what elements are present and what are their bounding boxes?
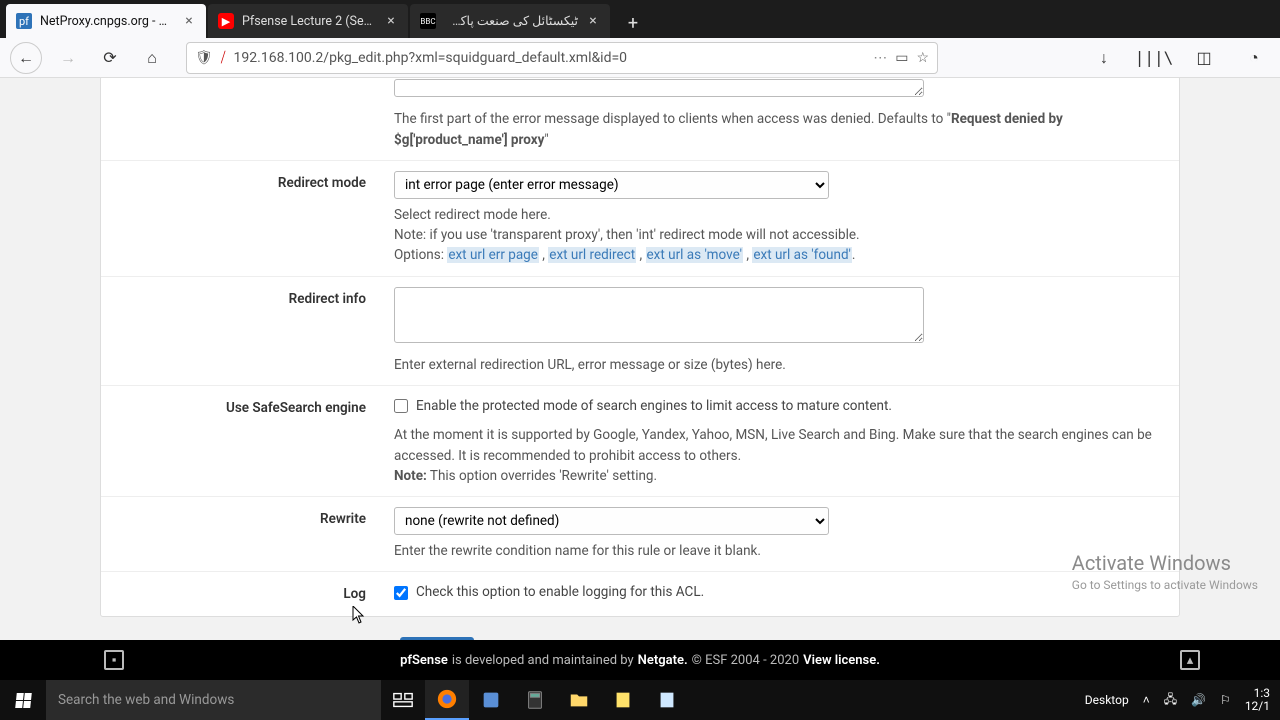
home-button[interactable]: ⌂ xyxy=(136,42,168,74)
reader-icon[interactable]: ▭ xyxy=(895,50,908,66)
browser-tab-bar: pf NetProxy.cnpgs.org - Package × ▶ Pfse… xyxy=(0,0,1280,38)
forward-button[interactable]: → xyxy=(52,42,84,74)
back-button[interactable]: ← xyxy=(10,42,42,74)
browser-tab[interactable]: ▶ Pfsense Lecture 2 (Setting up p × xyxy=(208,4,408,38)
insecure-icon: ⧸ xyxy=(221,50,226,66)
volume-icon[interactable]: 🔊 xyxy=(1191,693,1206,707)
close-icon[interactable]: × xyxy=(384,14,398,28)
reload-button[interactable]: ⟳ xyxy=(94,42,126,74)
hint-text: At the moment it is supported by Google,… xyxy=(394,425,1155,466)
tab-title: NetProxy.cnpgs.org - Package xyxy=(40,14,174,29)
option-link[interactable]: ext url as 'move' xyxy=(646,247,743,263)
field-label: Rewrite xyxy=(101,507,394,561)
start-button[interactable] xyxy=(0,680,46,720)
explorer-taskbar-icon[interactable] xyxy=(557,680,601,720)
hint-text: Select redirect mode here. xyxy=(394,205,1155,225)
footer-icon[interactable]: ▪ xyxy=(104,650,124,670)
new-tab-button[interactable]: + xyxy=(618,8,648,38)
page-content: The first part of the error message disp… xyxy=(0,78,1280,680)
field-label: Log xyxy=(101,582,394,605)
hint-text: Note: This option overrides 'Rewrite' se… xyxy=(394,466,1155,486)
field-label: Redirect mode xyxy=(101,171,394,266)
windows-taskbar: Search the web and Windows Desktop ˄ 🖧 🔊… xyxy=(0,680,1280,720)
flag-icon[interactable]: ⚐ xyxy=(1220,693,1231,707)
hint-text: Options: ext url err page , ext url redi… xyxy=(394,245,1155,265)
calculator-taskbar-icon[interactable] xyxy=(513,680,557,720)
form-panel: The first part of the error message disp… xyxy=(100,78,1180,617)
tab-title: Pfsense Lecture 2 (Setting up p xyxy=(242,14,376,29)
field-label: Redirect info xyxy=(101,287,394,376)
taskbar-clock[interactable]: 1:3 12/1 xyxy=(1245,687,1270,713)
close-icon[interactable]: × xyxy=(586,14,600,28)
browser-tab[interactable]: BBC ٹیکسٹائل کی صنعت پاکستان میں × xyxy=(410,4,610,38)
safesearch-checkbox-label[interactable]: Enable the protected mode of search engi… xyxy=(394,396,892,416)
bbc-favicon: BBC xyxy=(420,13,436,29)
youtube-favicon: ▶ xyxy=(218,13,234,29)
hint-text: Enter the rewrite condition name for thi… xyxy=(394,541,1155,561)
page-action-icon[interactable]: ⋯ xyxy=(873,50,887,66)
footer-icon[interactable]: ▴ xyxy=(1180,650,1200,670)
log-checkbox[interactable] xyxy=(394,586,408,600)
option-link[interactable]: ext url as 'found' xyxy=(752,247,852,263)
rewrite-select[interactable]: none (rewrite not defined) xyxy=(394,507,829,535)
app-taskbar-icon[interactable] xyxy=(469,680,513,720)
network-icon[interactable]: 🖧 xyxy=(1164,690,1177,711)
windows-watermark: Activate Windows Go to Settings to activ… xyxy=(1072,549,1258,594)
bookmark-icon[interactable]: ☆ xyxy=(916,50,929,66)
log-checkbox-label[interactable]: Check this option to enable logging for … xyxy=(394,582,704,602)
error-message-input[interactable] xyxy=(394,79,924,97)
redirect-info-input[interactable] xyxy=(394,287,924,343)
hint-text: Note: if you use 'transparent proxy', th… xyxy=(394,225,1155,245)
field-label: Use SafeSearch engine xyxy=(101,396,394,486)
url-text: 192.168.100.2/pkg_edit.php?xml=squidguar… xyxy=(234,50,866,66)
page-footer: ▪ pfSense is developed and maintained by… xyxy=(0,640,1280,680)
notes-taskbar-icon[interactable] xyxy=(601,680,645,720)
hint-text: Enter external redirection URL, error me… xyxy=(394,355,1155,375)
option-link[interactable]: ext url err page xyxy=(447,247,539,263)
task-view-icon[interactable] xyxy=(381,680,425,720)
browser-tab-active[interactable]: pf NetProxy.cnpgs.org - Package × xyxy=(6,4,206,38)
notepad-taskbar-icon[interactable] xyxy=(645,680,689,720)
account-icon[interactable]: ◔ xyxy=(1238,42,1270,74)
windows-icon xyxy=(15,693,32,708)
downloads-icon[interactable]: ↓ xyxy=(1088,42,1120,74)
system-tray: Desktop ˄ 🖧 🔊 ⚐ 1:3 12/1 xyxy=(1075,680,1280,720)
pfsense-favicon: pf xyxy=(16,13,32,29)
library-icon[interactable]: |||\ xyxy=(1138,42,1170,74)
tray-desktop-label[interactable]: Desktop xyxy=(1085,693,1129,707)
chevron-up-icon[interactable]: ˄ xyxy=(1143,693,1150,707)
sidebar-icon[interactable]: ◫ xyxy=(1188,42,1220,74)
hint-text: The first part of the error message disp… xyxy=(394,109,1155,150)
close-icon[interactable]: × xyxy=(182,14,196,28)
url-bar[interactable]: 🛡 ⧸ 192.168.100.2/pkg_edit.php?xml=squid… xyxy=(186,42,938,74)
firefox-taskbar-icon[interactable] xyxy=(425,680,469,720)
tab-title: ٹیکسٹائل کی صنعت پاکستان میں xyxy=(444,13,578,29)
shield-icon: 🛡 xyxy=(195,50,213,66)
taskbar-search[interactable]: Search the web and Windows xyxy=(46,680,381,720)
browser-toolbar: ← → ⟳ ⌂ 🛡 ⧸ 192.168.100.2/pkg_edit.php?x… xyxy=(0,38,1280,78)
option-link[interactable]: ext url redirect xyxy=(548,247,636,263)
safesearch-checkbox[interactable] xyxy=(394,399,408,413)
redirect-mode-select[interactable]: int error page (enter error message) xyxy=(394,171,829,199)
